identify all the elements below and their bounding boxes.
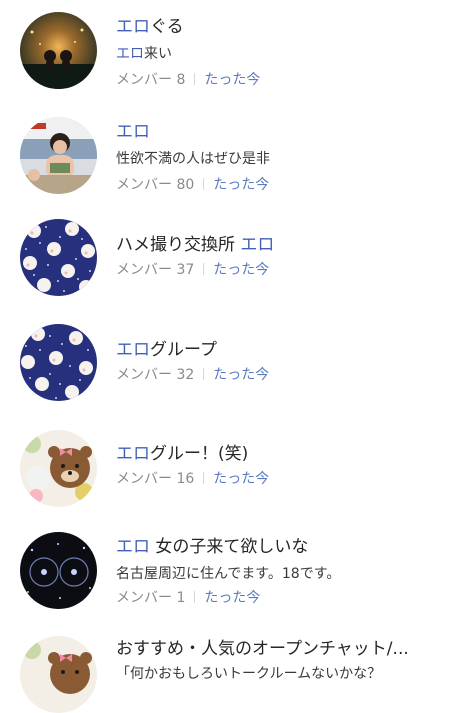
chat-room-description: エロ来い bbox=[116, 46, 172, 62]
divider bbox=[203, 178, 205, 190]
brown-bear-flowers-icon[interactable] bbox=[20, 636, 97, 713]
divider bbox=[203, 263, 205, 275]
last-activity: たった今 bbox=[213, 471, 270, 487]
night-lantern-couple-icon[interactable] bbox=[20, 12, 97, 89]
last-activity: たった今 bbox=[204, 72, 261, 88]
chat-room-description: 「何かおもしろいトークルームないかな？ bbox=[116, 666, 382, 682]
last-activity: たった今 bbox=[213, 177, 270, 193]
chat-room-meta: メンバー 1 たった今 bbox=[116, 588, 465, 608]
chat-room-title: エロ 女の子来て欲しいな bbox=[116, 537, 309, 557]
chat-room-title: エロぐる bbox=[116, 17, 184, 37]
chat-room-meta: メンバー 80 たった今 bbox=[116, 175, 465, 195]
chat-room-meta: メンバー 16 たった今 bbox=[116, 469, 465, 489]
member-count: メンバー 80 bbox=[116, 177, 195, 193]
dark-sparkle-icon[interactable] bbox=[20, 532, 97, 609]
last-activity: たった今 bbox=[204, 590, 261, 606]
member-count: メンバー 16 bbox=[116, 471, 195, 487]
member-count: メンバー 1 bbox=[116, 590, 186, 606]
member-count: メンバー 8 bbox=[116, 72, 186, 88]
member-count: メンバー 37 bbox=[116, 262, 195, 278]
chat-room-title: エログルー！(笑) bbox=[116, 444, 249, 464]
chat-room-title: おすすめ・人気のオープンチャット/... bbox=[116, 639, 409, 659]
bunny-pattern-icon[interactable] bbox=[20, 324, 97, 401]
chat-room-meta: メンバー 32 たった今 bbox=[116, 365, 465, 385]
last-activity: たった今 bbox=[213, 262, 270, 278]
chat-room-description: 名古屋周辺に住んでます。18です。 bbox=[116, 566, 341, 582]
divider bbox=[194, 73, 196, 85]
chat-room-title: エログループ bbox=[116, 340, 217, 360]
divider bbox=[194, 591, 196, 603]
bunny-pattern-icon[interactable] bbox=[20, 219, 97, 296]
chat-room-description: 性欲不満の人はぜひ是非 bbox=[116, 151, 270, 167]
woman-photo-icon[interactable] bbox=[20, 117, 97, 194]
chat-room-title: エロ bbox=[116, 122, 150, 142]
chat-room-meta: メンバー 37 たった今 bbox=[116, 260, 465, 280]
chat-room-title: ハメ撮り交換所 エロ bbox=[116, 235, 275, 255]
divider bbox=[203, 368, 205, 380]
chat-room-meta: メンバー 8 たった今 bbox=[116, 70, 465, 90]
divider bbox=[203, 472, 205, 484]
brown-bear-flowers-icon[interactable] bbox=[20, 430, 97, 507]
member-count: メンバー 32 bbox=[116, 367, 195, 383]
last-activity: たった今 bbox=[213, 367, 270, 383]
